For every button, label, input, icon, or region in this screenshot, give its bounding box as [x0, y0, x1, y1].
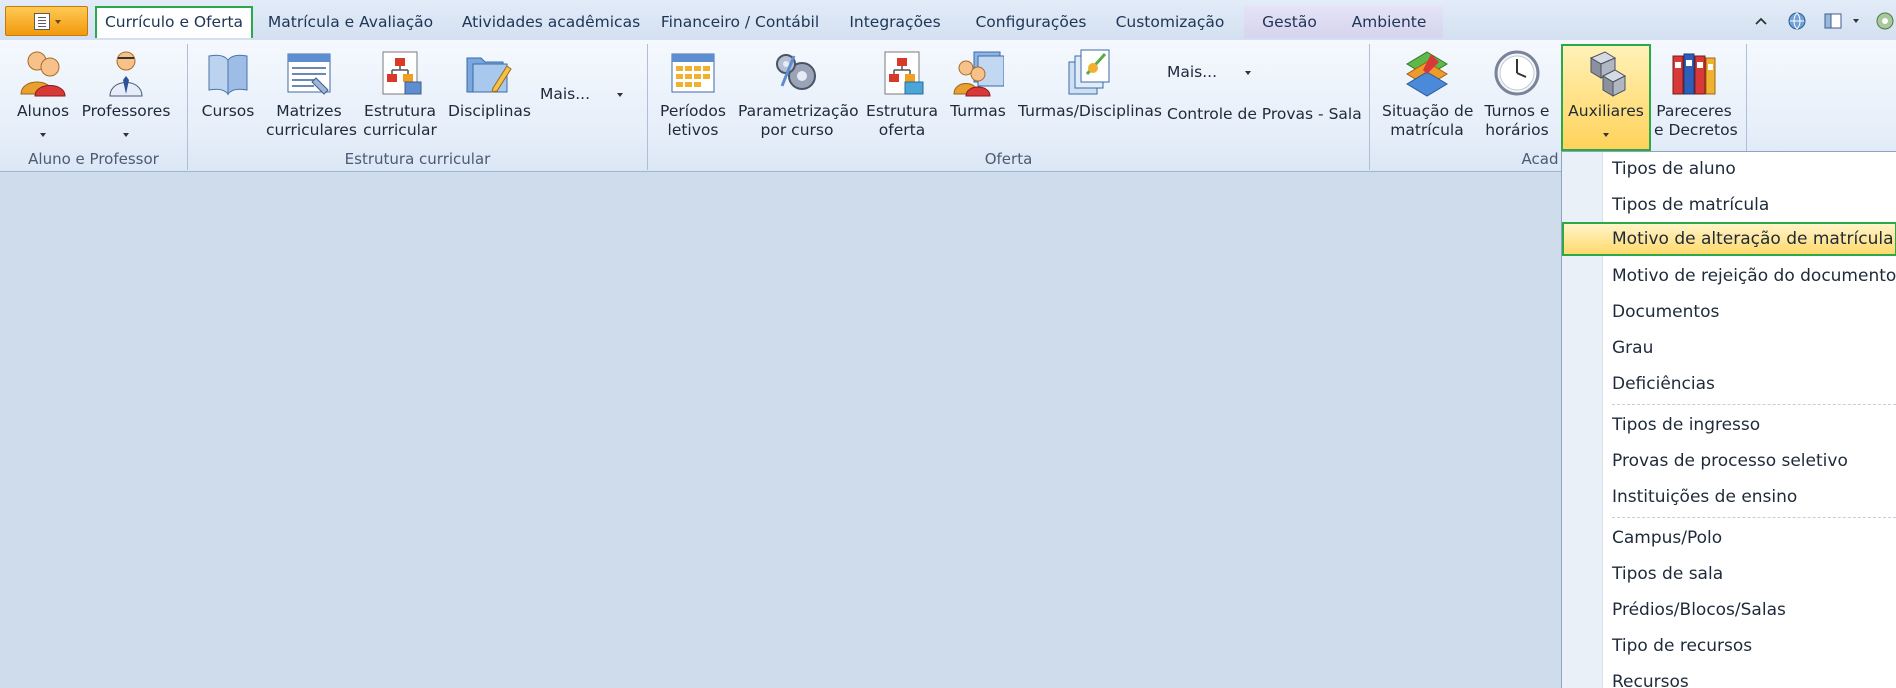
situacao-matricula-label: Situação de matrícula: [1382, 102, 1474, 139]
pareceres-decretos-button[interactable]: Pareceres e Decretos: [1654, 44, 1738, 142]
teacher-icon: [109, 51, 143, 97]
chevron-down-icon: [55, 20, 61, 24]
menu-item-documentos[interactable]: Documentos: [1562, 295, 1896, 329]
turmas-button[interactable]: Turmas: [946, 44, 1010, 142]
menu-item-instituicoes-ensino[interactable]: Instituições de ensino: [1562, 480, 1896, 514]
book-icon: [208, 54, 248, 96]
matrix-icon: [287, 53, 331, 95]
turmas-disciplinas-label: Turmas/Disciplinas: [1018, 102, 1162, 120]
professores-button[interactable]: Professores: [80, 44, 172, 142]
tab-configuracoes[interactable]: Configurações: [966, 6, 1096, 38]
chevron-down-icon: [123, 133, 129, 137]
structure-icon: [382, 51, 422, 95]
auxiliares-dropdown-menu: Tipos de aluno Tipos de matrícula Motivo…: [1561, 151, 1896, 688]
application-menu-button[interactable]: [5, 6, 88, 36]
parametrizacao-curso-label: Parametrização por curso: [738, 102, 859, 139]
cubes-icon: [1589, 51, 1627, 97]
students-icon: [20, 51, 66, 97]
menu-item-provas-processo-seletivo[interactable]: Provas de processo seletivo: [1562, 444, 1896, 478]
menu-item-tipo-recursos[interactable]: Tipo de recursos: [1562, 629, 1896, 663]
chevron-down-icon[interactable]: [1853, 19, 1859, 23]
menu-separator: [1612, 517, 1896, 518]
menu-item-motivo-alteracao-matricula[interactable]: Motivo de alteração de matrícula: [1562, 222, 1896, 256]
gears-icon: [776, 54, 816, 90]
disciplinas-label: Disciplinas: [448, 102, 531, 120]
turmas-label: Turmas: [950, 102, 1006, 120]
menu-item-predios-blocos-salas[interactable]: Prédios/Blocos/Salas: [1562, 593, 1896, 627]
professores-label: Professores: [81, 102, 171, 120]
calendar-icon: [671, 53, 715, 93]
chevron-down-icon: [617, 93, 623, 97]
auxiliares-button[interactable]: Auxiliares: [1561, 44, 1651, 151]
tab-curriculo-oferta[interactable]: Currículo e Oferta: [95, 6, 253, 38]
estrutura-oferta-label: Estrutura oferta: [866, 102, 938, 139]
globe-icon[interactable]: [1786, 10, 1808, 32]
menu-item-deficiencias[interactable]: Deficiências: [1562, 367, 1896, 401]
tab-gestao[interactable]: Gestão: [1244, 6, 1335, 38]
group-label-estrutura-curricular: Estrutura curricular: [344, 150, 491, 168]
stacked-docs-icon: [1068, 49, 1110, 95]
cursos-button[interactable]: Cursos: [198, 44, 258, 142]
parametrizacao-curso-button[interactable]: Parametrização por curso: [738, 44, 859, 142]
group-label-oferta: Oferta: [984, 150, 1033, 168]
menu-item-tipos-aluno[interactable]: Tipos de aluno: [1562, 152, 1896, 186]
periodos-letivos-button[interactable]: Períodos letivos: [656, 44, 730, 142]
binders-icon: [1672, 53, 1716, 95]
menu-item-campus-polo[interactable]: Campus/Polo: [1562, 521, 1896, 555]
menu-item-tipos-ingresso[interactable]: Tipos de ingresso: [1562, 408, 1896, 442]
classes-icon: [953, 51, 1004, 97]
situacao-matricula-button[interactable]: Situação de matrícula: [1382, 44, 1474, 142]
folder-edit-icon: [466, 57, 512, 93]
status-blocks-icon: [1406, 51, 1448, 97]
estrutura-oferta-button[interactable]: Estrutura oferta: [864, 44, 940, 142]
clock-icon: [1494, 50, 1540, 96]
group-label-academico: Acad: [1521, 150, 1559, 168]
help-icon[interactable]: [1874, 10, 1896, 32]
menu-item-tipos-matricula[interactable]: Tipos de matrícula: [1562, 188, 1896, 222]
tab-ambiente[interactable]: Ambiente: [1335, 6, 1443, 38]
controle-provas-sala-button[interactable]: Controle de Provas - Sala: [1167, 105, 1362, 123]
turnos-horarios-button[interactable]: Turnos e horários: [1478, 44, 1556, 142]
document-icon: [34, 13, 50, 30]
layout-icon[interactable]: [1822, 10, 1844, 32]
cursos-label: Cursos: [201, 102, 255, 120]
matrizes-curriculares-button[interactable]: Matrizes curriculares: [266, 44, 357, 142]
estrutura-mais-button[interactable]: Mais...: [540, 85, 590, 103]
alunos-button[interactable]: Alunos: [12, 44, 74, 142]
oferta-mais-button[interactable]: Mais...: [1167, 63, 1217, 81]
tab-integracoes[interactable]: Integrações: [840, 6, 950, 38]
menu-item-grau[interactable]: Grau: [1562, 331, 1896, 365]
auxiliares-label: Auxiliares: [1568, 102, 1644, 120]
collapse-ribbon-icon[interactable]: [1750, 10, 1772, 32]
alunos-label: Alunos: [16, 102, 70, 120]
pareceres-decretos-label: Pareceres e Decretos: [1654, 102, 1738, 139]
menu-separator: [1612, 404, 1896, 405]
menu-item-recursos[interactable]: Recursos: [1562, 665, 1896, 688]
tab-financeiro-contabil[interactable]: Financeiro / Contábil: [655, 6, 825, 38]
structure-icon: [884, 51, 924, 95]
tab-customizacao[interactable]: Customização: [1108, 6, 1232, 38]
estrutura-curricular-button[interactable]: Estrutura curricular: [362, 44, 438, 142]
menu-item-motivo-rejeicao-documento[interactable]: Motivo de rejeição do documento: [1562, 259, 1896, 293]
estrutura-curricular-label: Estrutura curricular: [363, 102, 437, 139]
menu-item-tipos-sala[interactable]: Tipos de sala: [1562, 557, 1896, 591]
chevron-down-icon: [1603, 133, 1609, 137]
periodos-letivos-label: Períodos letivos: [660, 102, 726, 139]
disciplinas-button[interactable]: Disciplinas: [448, 44, 531, 142]
group-separator: [1369, 44, 1370, 170]
turnos-horarios-label: Turnos e horários: [1484, 102, 1550, 139]
turmas-disciplinas-button[interactable]: Turmas/Disciplinas: [1018, 44, 1162, 142]
tab-atividades-academicas[interactable]: Atividades acadêmicas: [456, 6, 646, 38]
matrizes-curriculares-label: Matrizes curriculares: [266, 102, 357, 139]
group-label-aluno-professor: Aluno e Professor: [28, 150, 159, 168]
chevron-down-icon: [40, 133, 46, 137]
chevron-down-icon: [1245, 71, 1251, 75]
tab-matricula-avaliacao[interactable]: Matrícula e Avaliação: [262, 6, 439, 38]
ribbon-tab-bar: Currículo e Oferta Matrícula e Avaliação…: [0, 0, 1896, 40]
